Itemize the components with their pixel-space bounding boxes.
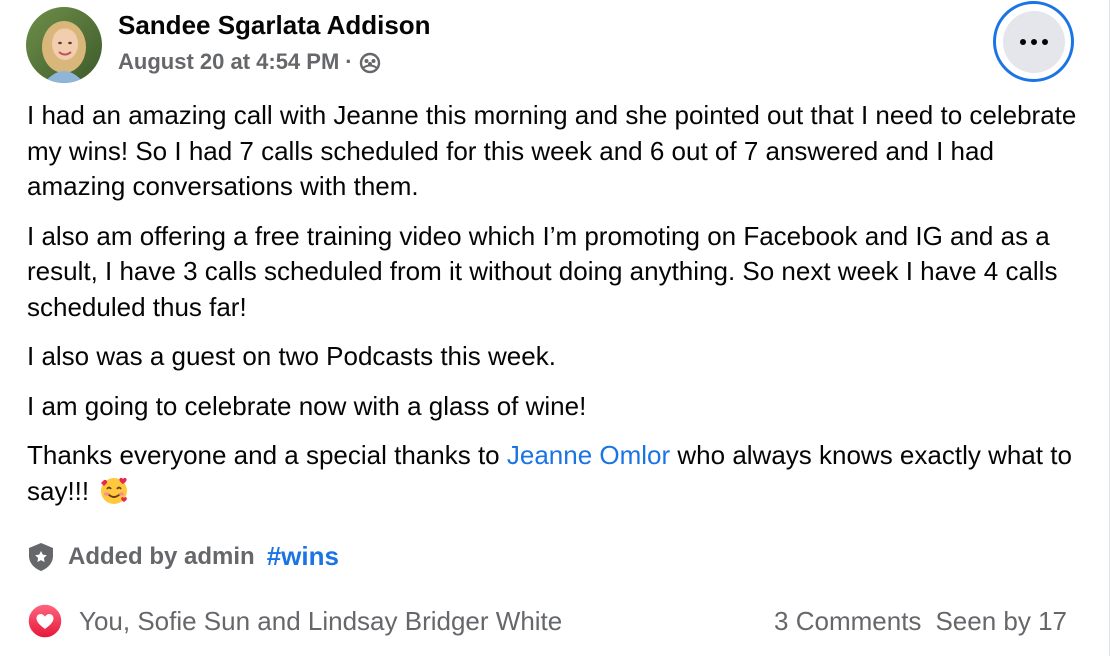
post-meta: August 20 at 4:54 PM ·	[118, 49, 381, 75]
group-post: Sandee Sgarlata Addison August 20 at 4:5…	[0, 0, 1110, 656]
smiling-face-with-hearts-icon	[101, 477, 128, 504]
seen-by-link[interactable]: Seen by 17	[935, 606, 1067, 637]
love-reaction-icon	[27, 603, 63, 639]
post-footer: You, Sofie Sun and Lindsay Bridger White…	[27, 603, 1067, 639]
post-paragraph: I am going to celebrate now with a glass…	[27, 390, 587, 421]
admin-shield-icon	[29, 542, 53, 571]
reactors-text: You, Sofie Sun and Lindsay Bridger White	[79, 605, 563, 636]
post-paragraph: I had an amazing call with Jeanne this m…	[27, 100, 1077, 201]
post-timestamp[interactable]: August 20 at 4:54 PM	[118, 49, 339, 75]
post-tag-row: Added by admin #wins	[27, 541, 339, 572]
comments-count-link[interactable]: 3 Comments	[774, 606, 921, 637]
author-name[interactable]: Sandee Sgarlata Addison	[118, 10, 431, 41]
post-stats: 3 Comments Seen by 17	[774, 606, 1067, 637]
reactions-summary[interactable]: You, Sofie Sun and Lindsay Bridger White	[27, 603, 562, 639]
meta-separator: ·	[345, 49, 353, 74]
post-paragraph: I also was a guest on two Podcasts this …	[27, 341, 556, 371]
post-paragraph-thanks: Thanks everyone and a special thanks to …	[27, 438, 1087, 509]
post-paragraph: I also am offering a free training video…	[27, 220, 1058, 322]
author-avatar[interactable]	[26, 7, 102, 83]
group-icon	[359, 52, 380, 74]
hashtag-link[interactable]: #wins	[267, 541, 339, 572]
mention-link[interactable]: Jeanne Omlor	[507, 440, 670, 470]
added-by-admin-label: Added by admin	[68, 542, 255, 570]
more-options-button[interactable]	[993, 1, 1074, 82]
thanks-text-before: Thanks everyone and a special thanks to	[27, 440, 507, 470]
post-body: I had an amazing call with Jeanne this m…	[27, 98, 1087, 523]
more-horizontal-icon	[1002, 10, 1065, 73]
